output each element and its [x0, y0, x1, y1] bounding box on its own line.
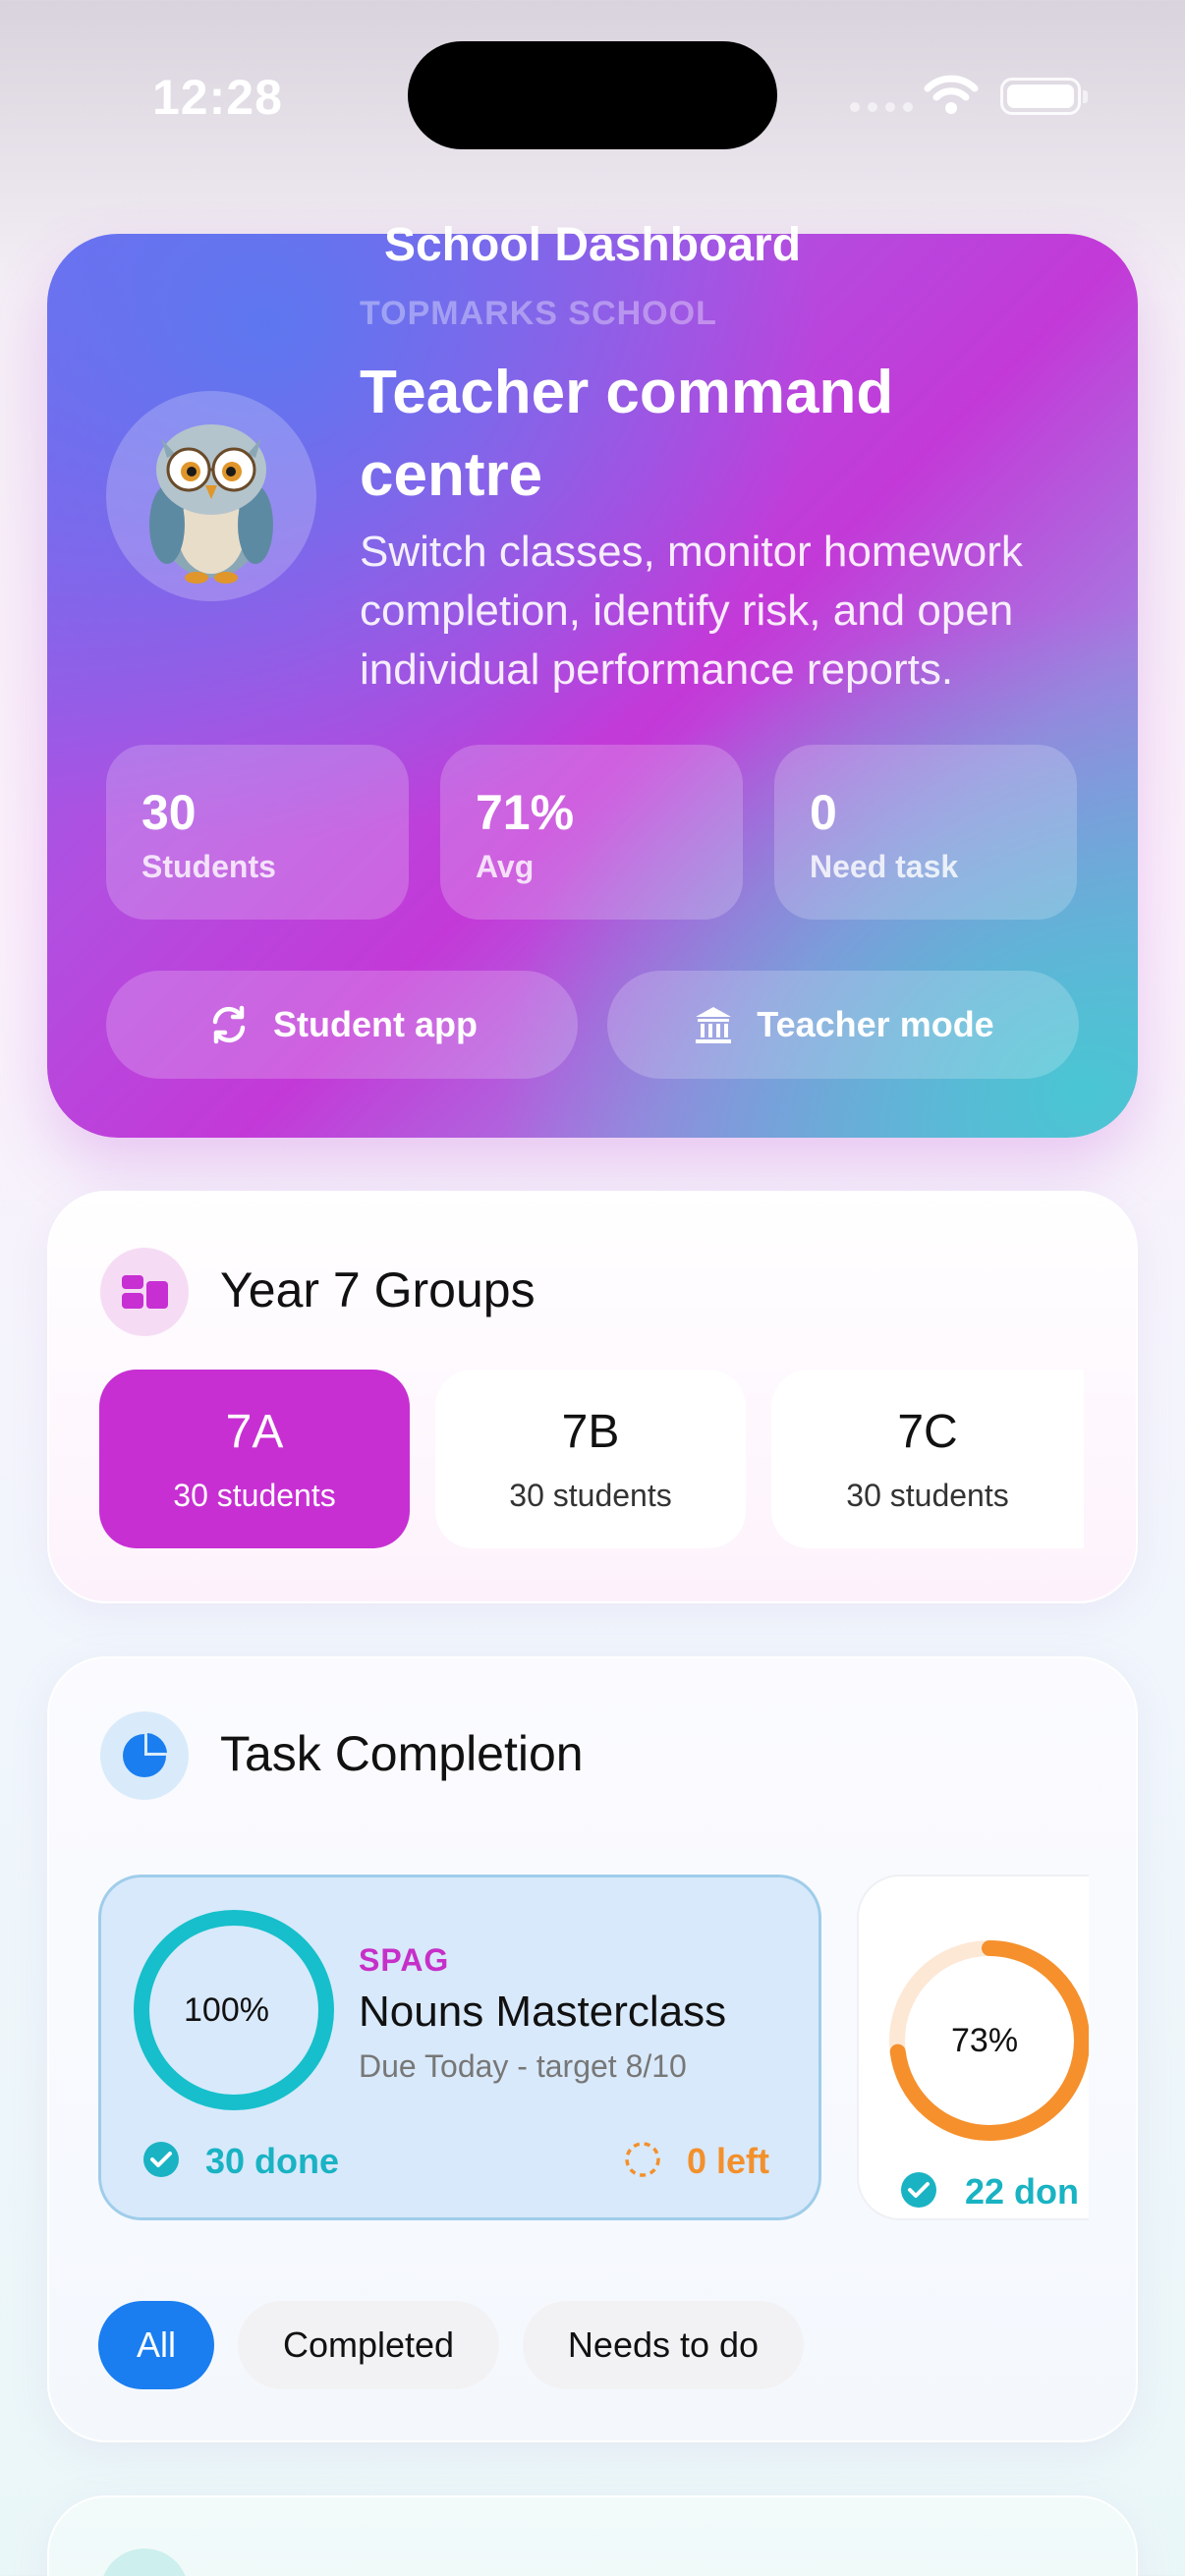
group-name: 7C: [897, 1406, 958, 1458]
group-count: 30 students: [173, 1478, 336, 1513]
left-count: 0 left: [687, 2141, 770, 2181]
check-circle-icon: [901, 2172, 936, 2208]
done-count: 30 done: [205, 2141, 340, 2181]
completion-percent: 73%: [951, 2022, 1019, 2059]
group-count: 30 students: [846, 1478, 1009, 1513]
battery-icon: [1000, 78, 1088, 115]
hero-subtitle: Switch classes, monitor homework complet…: [360, 528, 1023, 694]
owl-avatar: [106, 391, 316, 601]
next-section-card: [47, 2495, 1138, 2576]
group-7b[interactable]: 7B 30 students: [435, 1370, 746, 1548]
owl-icon: [149, 424, 273, 584]
refresh-icon: [212, 1005, 246, 1044]
grid-icon: [100, 1248, 189, 1336]
dynamic-island: [408, 41, 777, 149]
school-name: TOPMARKS SCHOOL: [360, 295, 717, 332]
status-time: 12:28: [152, 70, 283, 125]
pending-circle-icon: [625, 2142, 660, 2177]
task-completion-title: Task Completion: [220, 1726, 584, 1781]
status-bar: 12:28: [0, 0, 1185, 196]
task-card-nouns[interactable]: 100% SPAG Nouns Masterclass Due Today - …: [98, 1875, 821, 2220]
student-app-button[interactable]: Student app: [106, 971, 578, 1079]
task-card-second[interactable]: 73% 22 don: [857, 1875, 1089, 2220]
group-7a[interactable]: 7A 30 students: [99, 1370, 410, 1548]
filter-all[interactable]: All: [98, 2301, 214, 2389]
group-name: 7A: [225, 1406, 284, 1458]
groups-title: Year 7 Groups: [220, 1262, 536, 1317]
section-icon: [100, 2548, 189, 2576]
group-count: 30 students: [509, 1478, 672, 1513]
cellular-signal-icon: [850, 102, 913, 112]
completion-percent: 100%: [184, 1991, 269, 2029]
student-app-label: Student app: [273, 1004, 478, 1044]
wifi-icon: [924, 75, 979, 114]
group-7c[interactable]: 7C 30 students: [771, 1370, 1084, 1548]
stat-label: Students: [141, 849, 276, 884]
stat-label: Need task: [810, 849, 959, 884]
stat-avg: 71% Avg: [440, 745, 743, 920]
teacher-mode-button[interactable]: Teacher mode: [607, 971, 1079, 1079]
filter-completed[interactable]: Completed: [238, 2301, 499, 2389]
group-name: 7B: [561, 1406, 620, 1458]
stat-value: 0: [810, 785, 837, 840]
building-columns-icon: [696, 1007, 732, 1043]
task-name: Nouns Masterclass: [359, 1988, 727, 2036]
hero-title: Teacher command centre: [360, 359, 894, 509]
check-circle-icon: [143, 2142, 179, 2177]
stat-need-task: 0 Need task: [774, 745, 1077, 920]
task-due: Due Today - target 8/10: [359, 2048, 687, 2084]
filter-needs-to-do[interactable]: Needs to do: [523, 2301, 804, 2389]
stat-value: 30: [141, 785, 197, 840]
task-category: SPAG: [359, 1942, 450, 1978]
done-count: 22 don: [965, 2171, 1080, 2212]
stat-label: Avg: [476, 849, 535, 884]
pie-chart-icon: [100, 1711, 189, 1800]
page-title: School Dashboard: [383, 219, 802, 271]
teacher-mode-label: Teacher mode: [757, 1004, 994, 1044]
stat-students: 30 Students: [106, 745, 409, 920]
stat-value: 71%: [476, 785, 575, 840]
